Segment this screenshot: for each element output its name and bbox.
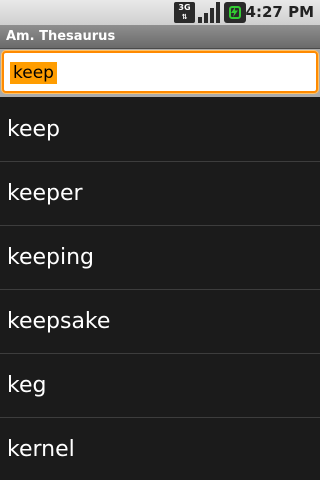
battery-charging-icon	[224, 2, 246, 23]
list-item-label: kernel	[7, 437, 75, 462]
list-item[interactable]: kernel	[0, 418, 320, 480]
list-item[interactable]: keeping	[0, 226, 320, 290]
list-item[interactable]: keep	[0, 98, 320, 162]
list-item-label: keeper	[7, 181, 83, 206]
list-item[interactable]: keeper	[0, 162, 320, 226]
search-area: keep	[0, 49, 320, 97]
list-item-label: keep	[7, 117, 60, 142]
network-3g-icon: 3G ⇅	[174, 2, 195, 23]
status-bar: 3G ⇅ 4:27 PM	[0, 0, 320, 25]
list-item[interactable]: keg	[0, 354, 320, 418]
list-item[interactable]: keepsake	[0, 290, 320, 354]
search-input-text[interactable]: keep	[10, 62, 57, 84]
network-type-label: 3G	[178, 3, 191, 12]
app-title: Am. Thesaurus	[6, 29, 116, 44]
list-item-label: keg	[7, 373, 47, 398]
search-input[interactable]: keep	[2, 51, 318, 93]
clock: 4:27 PM	[245, 3, 314, 21]
results-list: keep keeper keeping keepsake keg kernel	[0, 98, 320, 480]
signal-strength-icon	[198, 2, 220, 23]
list-item-label: keeping	[7, 245, 95, 270]
list-item-label: keepsake	[7, 309, 111, 334]
screen: 3G ⇅ 4:27 PM Am. Thesaurus keep keep kee…	[0, 0, 320, 480]
data-arrows-icon: ⇅	[181, 13, 188, 21]
title-bar: Am. Thesaurus	[0, 25, 320, 49]
